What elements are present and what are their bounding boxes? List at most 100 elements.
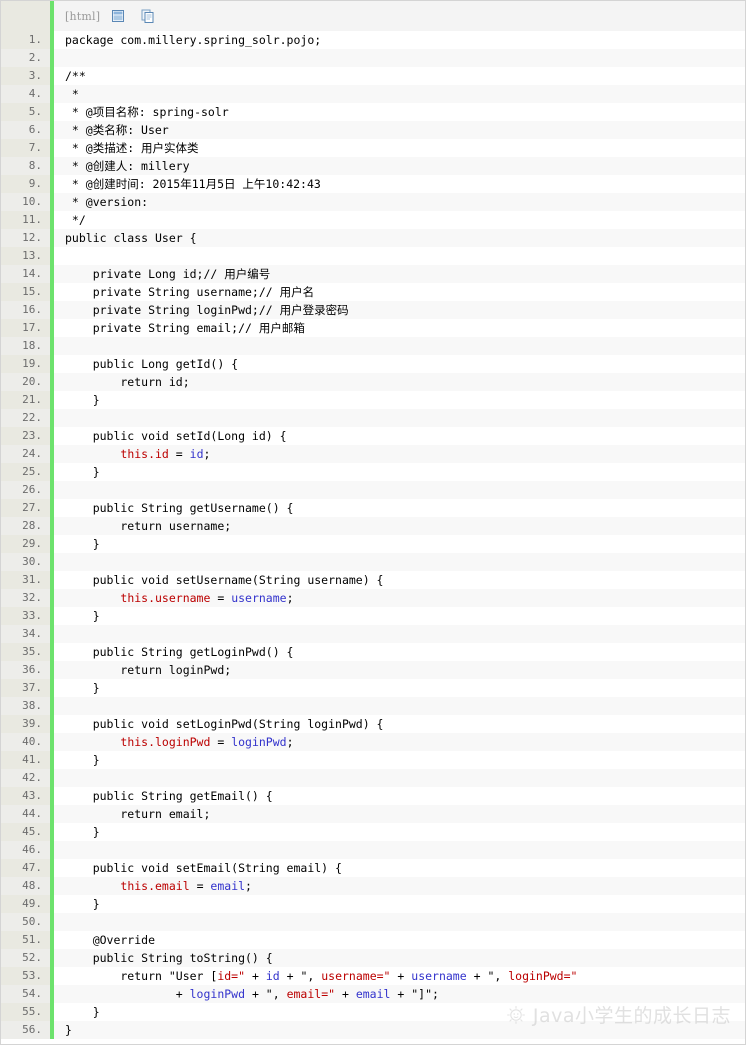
code-line[interactable]: private String loginPwd;// 用户登录密码 — [54, 301, 745, 319]
code-line[interactable]: public String getUsername() { — [54, 499, 745, 517]
code-token: this.email — [120, 879, 190, 893]
code-line[interactable]: } — [54, 1003, 745, 1021]
code-line[interactable]: @Override — [54, 931, 745, 949]
code-line[interactable]: return loginPwd; — [54, 661, 745, 679]
line-number: 2. — [1, 49, 50, 67]
code-line[interactable]: this.loginPwd = loginPwd; — [54, 733, 745, 751]
line-number: 28. — [1, 517, 50, 535]
code-line[interactable]: public String getEmail() { — [54, 787, 745, 805]
code-lines[interactable]: package com.millery.spring_solr.pojo; /*… — [54, 31, 745, 1039]
code-line[interactable]: * @version: — [54, 193, 745, 211]
code-line[interactable]: private String username;// 用户名 — [54, 283, 745, 301]
code-line[interactable]: return username; — [54, 517, 745, 535]
code-line[interactable]: } — [54, 1021, 745, 1039]
code-line[interactable] — [54, 769, 745, 787]
code-line[interactable]: public void setId(Long id) { — [54, 427, 745, 445]
line-number: 48. — [1, 877, 50, 895]
code-line[interactable]: return email; — [54, 805, 745, 823]
code-token: public void setId(Long id) { — [65, 429, 287, 443]
code-line[interactable]: /** — [54, 67, 745, 85]
code-line[interactable]: public String toString() { — [54, 949, 745, 967]
code-line[interactable]: } — [54, 535, 745, 553]
line-number: 3. — [28, 69, 42, 82]
code-line[interactable]: } — [54, 391, 745, 409]
copy-to-clipboard-icon[interactable] — [140, 8, 156, 24]
code-token: } — [65, 537, 100, 551]
code-token: public String toString() { — [65, 951, 273, 965]
line-number: 15. — [22, 285, 42, 298]
code-line[interactable]: } — [54, 895, 745, 913]
code-line[interactable]: private Long id;// 用户编号 — [54, 265, 745, 283]
code-token: /** — [65, 69, 86, 83]
code-line[interactable]: + loginPwd + ", email=" + email + "]"; — [54, 985, 745, 1003]
toolbar-gutter-spacer — [1, 1, 50, 31]
code-line[interactable]: return id; — [54, 373, 745, 391]
code-token: + — [279, 969, 301, 983]
code-line[interactable]: } — [54, 463, 745, 481]
line-number: 46. — [1, 841, 50, 859]
code-line[interactable] — [54, 697, 745, 715]
code-token: + — [466, 969, 488, 983]
view-source-icon[interactable] — [110, 8, 126, 24]
code-line[interactable] — [54, 841, 745, 859]
code-line[interactable]: package com.millery.spring_solr.pojo; — [54, 31, 745, 49]
code-line[interactable]: this.email = email; — [54, 877, 745, 895]
code-toolbar: [html] — [1, 1, 745, 31]
code-token: } — [65, 825, 100, 839]
code-line[interactable]: public void setLoginPwd(String loginPwd)… — [54, 715, 745, 733]
code-token: email — [210, 879, 246, 893]
code-line[interactable]: * @创建人: millery — [54, 157, 745, 175]
code-line[interactable]: } — [54, 607, 745, 625]
code-line[interactable]: public void setEmail(String email) { — [54, 859, 745, 877]
code-token: public void setEmail(String email) { — [65, 861, 342, 875]
line-number: 1. — [28, 33, 42, 46]
code-line[interactable] — [54, 409, 745, 427]
code-line[interactable]: } — [54, 751, 745, 769]
line-number: 23. — [22, 429, 42, 442]
line-number: 32. — [1, 589, 50, 607]
code-line[interactable]: this.username = username; — [54, 589, 745, 607]
line-number: 53. — [22, 969, 42, 982]
code-token: public String getEmail() { — [65, 789, 273, 803]
code-line[interactable]: public String getLoginPwd() { — [54, 643, 745, 661]
line-number: 18. — [1, 337, 50, 355]
code-line[interactable]: public class User { — [54, 229, 745, 247]
code-line[interactable] — [54, 481, 745, 499]
code-line[interactable]: * @类描述: 用户实体类 — [54, 139, 745, 157]
line-number: 42. — [1, 769, 50, 787]
code-token: + — [245, 969, 266, 983]
code-line[interactable]: } — [54, 679, 745, 697]
code-line[interactable] — [54, 337, 745, 355]
code-line[interactable] — [54, 247, 745, 265]
code-line[interactable]: this.id = id; — [54, 445, 745, 463]
code-line[interactable]: public Long getId() { — [54, 355, 745, 373]
code-token: } — [65, 897, 100, 911]
line-number: 14. — [1, 265, 50, 283]
code-line[interactable]: */ — [54, 211, 745, 229]
line-number: 31. — [22, 573, 42, 586]
line-number: 7. — [28, 141, 42, 154]
code-line[interactable]: * @项目名称: spring-solr — [54, 103, 745, 121]
code-token: = — [168, 447, 190, 461]
code-line[interactable]: } — [54, 823, 745, 841]
code-line[interactable]: private String email;// 用户邮箱 — [54, 319, 745, 337]
line-number: 39. — [22, 717, 42, 730]
code-line[interactable] — [54, 49, 745, 67]
code-token: * @项目名称: spring-solr — [65, 105, 229, 119]
code-line[interactable]: * — [54, 85, 745, 103]
line-number: 55. — [22, 1005, 42, 1018]
code-line[interactable]: * @类名称: User — [54, 121, 745, 139]
line-number: 9. — [28, 177, 42, 190]
code-token: "User [ — [168, 969, 218, 983]
code-line[interactable] — [54, 913, 745, 931]
code-line[interactable] — [54, 553, 745, 571]
code-line[interactable] — [54, 625, 745, 643]
code-line[interactable]: * @创建时间: 2015年11月5日 上午10:42:43 — [54, 175, 745, 193]
code-token: return id; — [65, 375, 190, 389]
code-token: return username; — [65, 519, 232, 533]
code-line[interactable]: public void setUsername(String username)… — [54, 571, 745, 589]
code-line[interactable]: return "User [id=" + id + ", username=" … — [54, 967, 745, 985]
line-number: 17. — [22, 321, 42, 334]
